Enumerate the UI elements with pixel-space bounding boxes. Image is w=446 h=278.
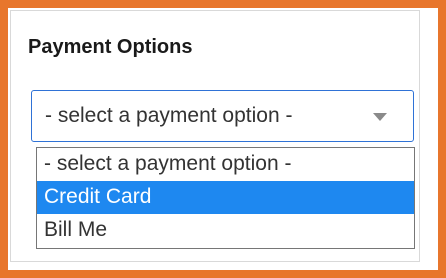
option-credit-card[interactable]: Credit Card xyxy=(37,181,414,214)
selected-value: - select a payment option - xyxy=(45,104,293,127)
payment-option-dropdown-list: - select a payment option - Credit Card … xyxy=(36,147,415,249)
option-bill-me[interactable]: Bill Me xyxy=(37,214,414,247)
payment-options-title: Payment Options xyxy=(28,36,193,58)
option-placeholder[interactable]: - select a payment option - xyxy=(37,148,414,181)
payment-option-select[interactable]: - select a payment option - xyxy=(31,90,414,142)
chevron-down-icon[interactable] xyxy=(373,113,387,121)
